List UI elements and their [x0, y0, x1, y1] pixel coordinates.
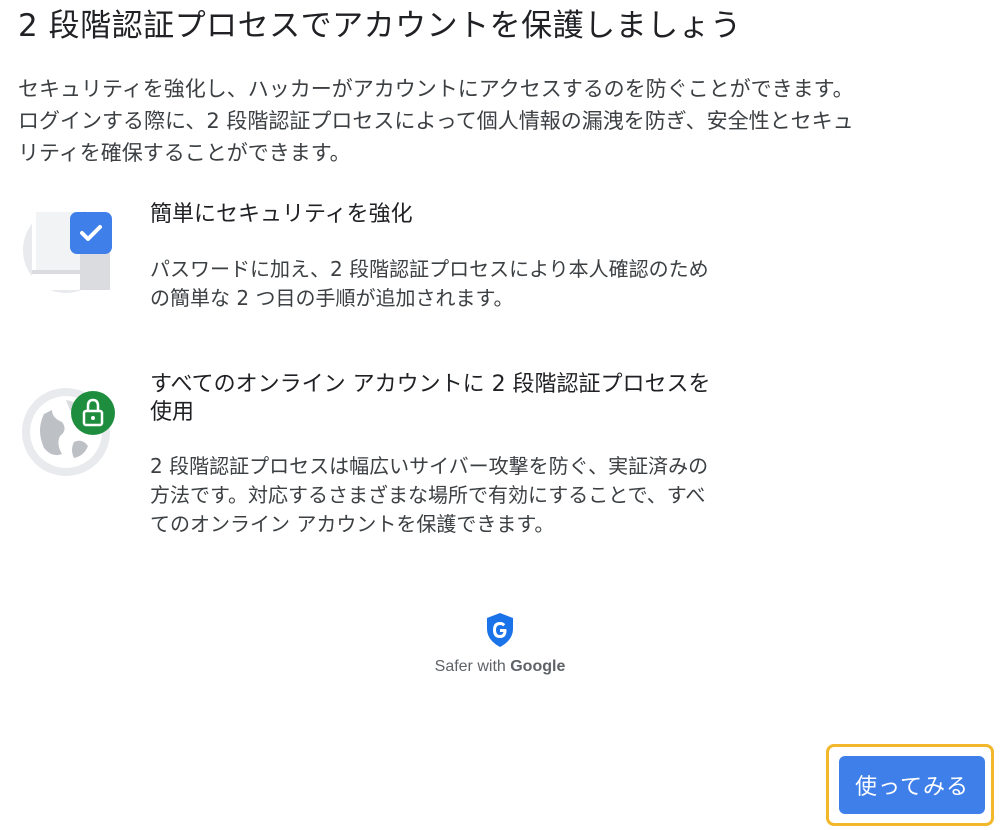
feature-description: パスワードに加え、2 段階認証プロセスにより本人確認のため の簡単な 2 つ目の…: [150, 257, 709, 310]
safer-with-google-badge: Safer with Google: [400, 612, 600, 676]
get-started-button[interactable]: 使ってみる: [839, 756, 985, 814]
phone-checkmark-icon: [22, 200, 122, 300]
feature-heading: すべてのオンライン アカウントに 2 段階認証プロセスを 使用: [150, 372, 711, 425]
intro-line: リティを確保することができます。: [18, 141, 351, 165]
intro-line: セキュリティを強化し、ハッカーがアカウントにアクセスするのを防ぐことができます。: [18, 77, 854, 101]
google-shield-icon: [485, 613, 515, 652]
feature-heading: 簡単にセキュリティを強化: [150, 202, 413, 227]
intro-text: セキュリティを強化し、ハッカーがアカウントにアクセスするのを防ぐことができます。…: [18, 73, 993, 169]
page-title: 2 段階認証プロセスでアカウントを保護しましょう: [18, 8, 742, 44]
feature-description: 2 段階認証プロセスは幅広いサイバー攻撃を防ぐ、実証済みの 方法です。対応するさ…: [150, 454, 709, 536]
globe-lock-icon: [22, 384, 122, 484]
brand-text: Safer with Google: [434, 658, 566, 675]
intro-line: ログインする際に、2 段階認証プロセスによって個人情報の漏洩を防ぎ、安全性とセキ…: [18, 109, 854, 133]
